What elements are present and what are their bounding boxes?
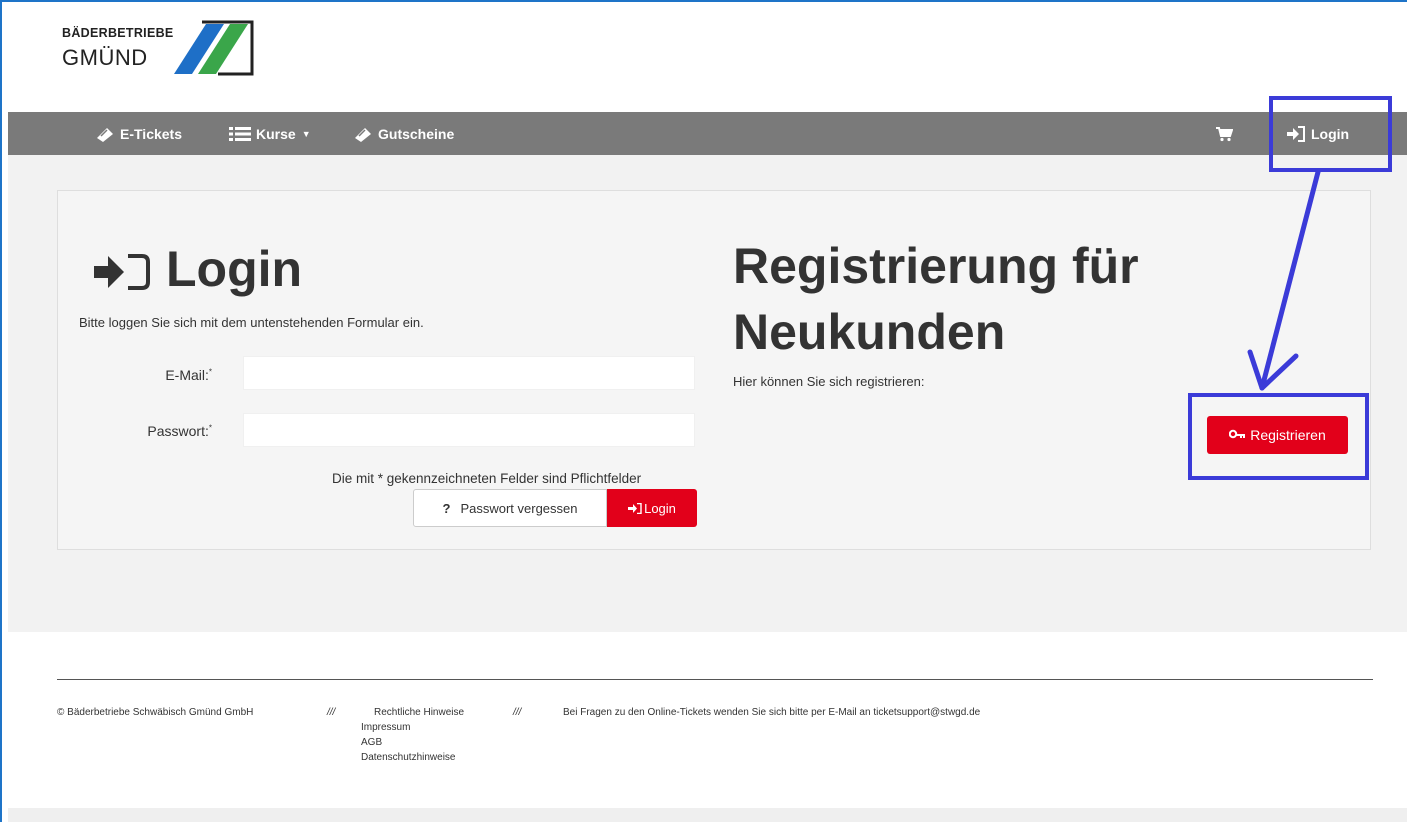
annotation-arrow-icon [1247, 169, 1321, 391]
